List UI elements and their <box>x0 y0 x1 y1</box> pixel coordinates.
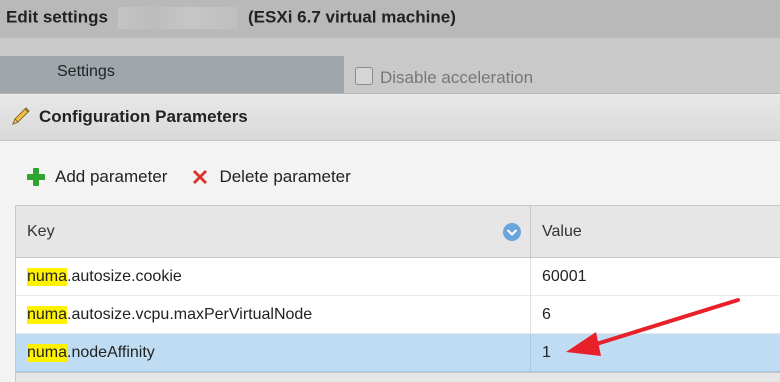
disable-acceleration-label: Disable acceleration <box>380 68 534 87</box>
value-cell[interactable]: 1 <box>531 334 780 371</box>
parameters-grid: Key Value numa .autosize.cookie 60001 nu… <box>15 205 780 382</box>
redacted-vm-name <box>118 7 239 29</box>
value-cell[interactable]: 60001 <box>531 258 780 295</box>
key-text: .nodeAffinity <box>67 343 155 361</box>
key-text: .autosize.cookie <box>67 267 182 285</box>
settings-tab-label: Settings <box>57 63 115 80</box>
add-parameter-label: Add parameter <box>55 167 168 186</box>
grid-header: Key Value <box>16 206 780 258</box>
window-title-text: Edit settings <box>6 7 109 27</box>
pencil-icon <box>9 106 31 128</box>
grid-footer <box>16 372 780 382</box>
window-title-suffix: (ESXi 6.7 virtual machine) <box>248 7 456 27</box>
value-column-label: Value <box>542 222 582 240</box>
key-column-label: Key <box>27 222 55 240</box>
search-highlight: numa <box>27 343 68 362</box>
red-x-icon <box>189 166 211 188</box>
delete-parameter-label: Delete parameter <box>219 167 351 186</box>
sort-chevron-icon[interactable] <box>502 222 522 242</box>
parameters-toolbar: Add parameter Delete parameter <box>25 166 373 188</box>
configuration-parameters-dialog: Configuration Parameters Add parameter D… <box>0 93 780 382</box>
window-title: Edit settings (ESXi 6.7 virtual machine) <box>6 7 456 29</box>
search-highlight: numa <box>27 305 68 324</box>
disable-acceleration-checkbox[interactable] <box>355 67 373 85</box>
add-parameter-button[interactable]: Add parameter <box>25 166 167 188</box>
key-column-header[interactable]: Key <box>16 206 531 257</box>
value-cell[interactable]: 6 <box>531 296 780 333</box>
value-text: 60001 <box>542 267 587 285</box>
key-cell[interactable]: numa .autosize.cookie <box>16 258 531 295</box>
delete-parameter-button[interactable]: Delete parameter <box>189 166 351 188</box>
value-text: 1 <box>542 343 551 361</box>
key-cell[interactable]: numa .nodeAffinity <box>16 334 531 371</box>
settings-tab[interactable]: Settings <box>0 56 344 94</box>
key-text: .autosize.vcpu.maxPerVirtualNode <box>67 305 313 323</box>
window-titlebar: Edit settings (ESXi 6.7 virtual machine) <box>0 0 780 38</box>
dialog-title: Configuration Parameters <box>39 107 248 126</box>
value-column-header[interactable]: Value <box>531 206 780 257</box>
table-row-selected[interactable]: numa .nodeAffinity 1 <box>16 334 780 372</box>
table-row[interactable]: numa .autosize.vcpu.maxPerVirtualNode 6 <box>16 296 780 334</box>
dialog-header: Configuration Parameters <box>0 94 780 141</box>
value-text: 6 <box>542 305 551 323</box>
table-row[interactable]: numa .autosize.cookie 60001 <box>16 258 780 296</box>
green-plus-icon <box>25 166 47 188</box>
search-highlight: numa <box>27 267 68 286</box>
key-cell[interactable]: numa .autosize.vcpu.maxPerVirtualNode <box>16 296 531 333</box>
